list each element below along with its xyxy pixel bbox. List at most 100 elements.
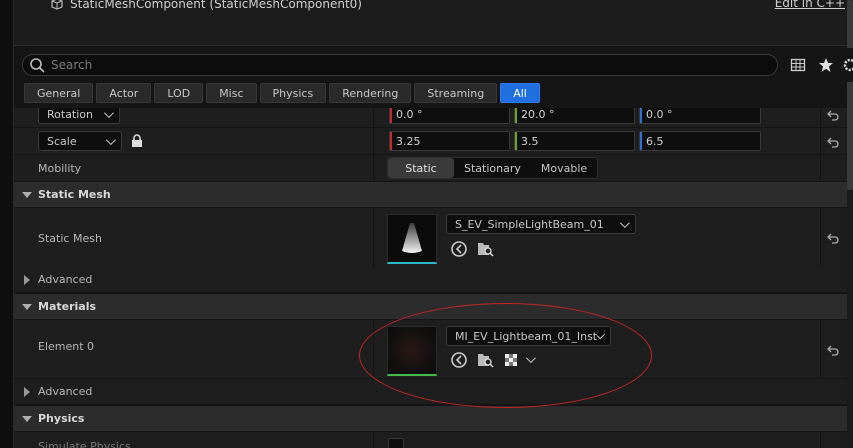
tab-rendering[interactable]: Rendering (329, 83, 412, 103)
lock-icon[interactable] (131, 134, 143, 148)
use-selected-icon[interactable] (450, 240, 468, 258)
scale-z-field[interactable]: 6.5 (639, 131, 761, 151)
scale-dropdown[interactable]: Scale (38, 131, 122, 151)
settings-icon[interactable] (842, 57, 853, 73)
rotation-z-value: 0.0 ° (646, 108, 673, 121)
reset-icon[interactable] (826, 136, 840, 148)
tab-general[interactable]: General (24, 83, 94, 103)
edit-in-cpp-link[interactable]: Edit in C++ (775, 0, 845, 10)
static-mesh-advanced-row[interactable]: Advanced (14, 267, 847, 293)
material-asset-dropdown[interactable]: MI_EV_Lightbeam_01_Inst (446, 326, 611, 346)
materials-advanced-row[interactable]: Advanced (14, 379, 847, 405)
search-box[interactable] (22, 54, 778, 76)
simulate-physics-checkbox[interactable] (388, 438, 404, 448)
lightbeam-preview-image (402, 223, 422, 253)
element-0-row: Element 0 MI_EV_Lightbeam_01_Inst (14, 320, 847, 379)
material-asset-name: MI_EV_Lightbeam_01_Inst (455, 329, 598, 343)
reset-column (820, 320, 821, 378)
rotation-row: Rotation 0.0 ° 20.0 ° 0.0 ° (14, 108, 847, 128)
grid-icon[interactable] (790, 57, 806, 73)
mobility-static[interactable]: Static (388, 158, 454, 178)
rotation-x-field[interactable]: 0.0 ° (389, 108, 510, 124)
scale-y-value: 3.5 (521, 134, 539, 148)
simulate-physics-label: Simulate Physics (38, 440, 131, 448)
tab-lod[interactable]: LOD (154, 83, 204, 103)
column-divider (373, 320, 374, 378)
section-title: Materials (38, 300, 97, 313)
tab-actor[interactable]: Actor (96, 83, 152, 103)
x-axis-bar (390, 108, 392, 123)
section-title: Static Mesh (38, 188, 111, 201)
column-divider (373, 155, 374, 181)
tab-streaming[interactable]: Streaming (414, 83, 498, 103)
component-row[interactable]: StaticMeshComponent (StaticMeshComponent… (50, 0, 362, 12)
search-icon (30, 58, 45, 73)
mobility-movable[interactable]: Movable (531, 158, 597, 178)
expand-arrow-icon (24, 386, 30, 397)
details-content: Rotation 0.0 ° 20.0 ° 0.0 ° Scale 3.25 3… (14, 108, 847, 448)
section-static-mesh[interactable]: Static Mesh (14, 182, 847, 208)
rotation-z-field[interactable]: 0.0 ° (639, 108, 761, 124)
static-mesh-asset-name: S_EV_SimpleLightBeam_01 (455, 217, 604, 231)
reset-icon[interactable] (826, 344, 840, 356)
component-icon (51, 0, 63, 10)
z-axis-bar (640, 108, 642, 123)
mobility-selector: Static Stationary Movable (387, 157, 599, 179)
reset-column (820, 208, 821, 267)
mobility-label: Mobility (38, 162, 82, 175)
y-axis-bar (515, 132, 517, 150)
simulate-physics-row: Simulate Physics (14, 432, 847, 448)
reset-column (820, 155, 821, 181)
search-row (14, 48, 853, 82)
static-mesh-asset-dropdown[interactable]: S_EV_SimpleLightBeam_01 (446, 214, 636, 234)
material-thumbnail[interactable] (387, 326, 437, 376)
expand-arrow-icon (24, 274, 30, 285)
scale-x-field[interactable]: 3.25 (389, 131, 510, 151)
rotation-dropdown[interactable]: Rotation (38, 108, 120, 124)
chevron-down-icon[interactable] (525, 353, 536, 364)
reset-icon[interactable] (826, 232, 840, 244)
filter-tabs: General Actor LOD Misc Physics Rendering… (14, 83, 853, 107)
star-icon[interactable] (818, 57, 834, 73)
scale-x-value: 3.25 (396, 134, 421, 148)
element-0-label: Element 0 (38, 340, 95, 353)
advanced-label: Advanced (38, 273, 93, 286)
scale-y-field[interactable]: 3.5 (514, 131, 635, 151)
use-selected-icon[interactable] (450, 351, 468, 369)
rotation-x-value: 0.0 ° (396, 108, 423, 121)
section-physics[interactable]: Physics (14, 406, 847, 432)
collapse-arrow-icon (22, 191, 32, 198)
reset-column (820, 128, 821, 154)
collapse-arrow-icon (22, 415, 32, 422)
x-axis-bar (390, 132, 392, 150)
browse-icon[interactable] (476, 351, 494, 369)
browse-icon[interactable] (476, 240, 494, 258)
scale-z-value: 6.5 (646, 134, 664, 148)
chevron-down-icon (619, 217, 630, 228)
tab-physics[interactable]: Physics (259, 83, 327, 103)
advanced-label: Advanced (38, 385, 93, 398)
reset-icon[interactable] (826, 109, 840, 121)
static-mesh-thumbnail[interactable] (387, 214, 437, 264)
reset-column (820, 432, 821, 448)
tab-misc[interactable]: Misc (206, 83, 257, 103)
mobility-stationary[interactable]: Stationary (454, 158, 531, 178)
rotation-y-value: 20.0 ° (521, 108, 555, 121)
section-materials[interactable]: Materials (14, 294, 847, 320)
reset-column (820, 108, 821, 127)
chevron-down-icon (105, 134, 116, 145)
column-divider (373, 208, 374, 267)
rotation-y-field[interactable]: 20.0 ° (514, 108, 635, 124)
z-axis-bar (640, 132, 642, 150)
static-mesh-row: Static Mesh S_EV_SimpleLightBeam_01 (14, 208, 847, 268)
search-input[interactable] (51, 58, 731, 72)
column-divider (373, 432, 374, 448)
y-axis-bar (515, 108, 517, 123)
checker-icon[interactable] (503, 351, 521, 369)
column-divider (373, 108, 374, 127)
tab-all[interactable]: All (500, 83, 540, 103)
chevron-down-icon (596, 330, 606, 339)
mobility-row: Mobility Static Stationary Movable (14, 155, 847, 182)
left-panel-strip (0, 0, 14, 448)
section-title: Physics (38, 412, 85, 425)
